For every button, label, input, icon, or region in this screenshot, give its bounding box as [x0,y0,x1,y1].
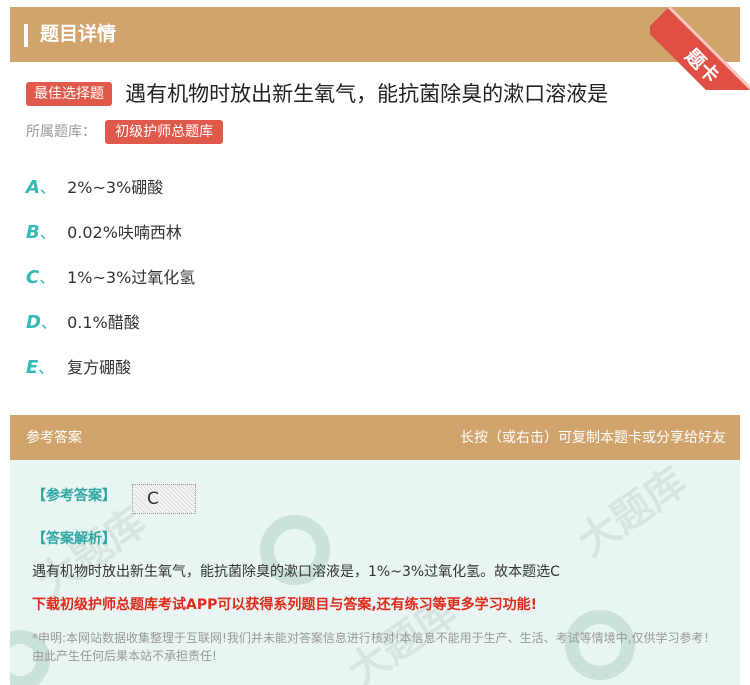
option-text: 1%~3%过氧化氢 [67,268,196,287]
option-a[interactable]: A、 2%~3%硼酸 [26,172,195,217]
header-accent-bar [24,24,28,47]
watermark-text: 大题库 [569,460,695,566]
options-list: A、 2%~3%硼酸 B、 0.02%呋喃西林 C、 1%~3%过氧化氢 D、 … [26,172,195,397]
question-text: 遇有机物时放出新生氧气，能抗菌除臭的漱口溶液是 [125,82,609,106]
page-title: 题目详情 [40,23,117,45]
header-bar: 题目详情 [10,7,740,62]
option-c[interactable]: C、 1%~3%过氧化氢 [26,262,195,307]
answer-section-header: 参考答案 长按（或右击）可复制本题卡或分享给好友 [10,415,740,460]
analysis-label: 【答案解析】 [32,531,116,547]
option-e[interactable]: E、 复方硼酸 [26,352,195,397]
option-b[interactable]: B、 0.02%呋喃西林 [26,217,195,262]
option-text: 0.02%呋喃西林 [67,223,182,242]
answer-section-body: 大题库 大题库 大题库 【参考答案】 C 【答案解析】 遇有机物时放出新生氧气，… [10,460,740,685]
analysis-text: 遇有机物时放出新生氧气，能抗菌除臭的漱口溶液是，1%~3%过氧化氢。故本题选C [32,564,560,580]
share-hint: 长按（或右击）可复制本题卡或分享给好友 [460,430,726,446]
question-row: 最佳选择题 遇有机物时放出新生氧气，能抗菌除臭的漱口溶液是 [26,80,736,108]
answer-value: C [132,484,196,514]
answer-section-title: 参考答案 [26,430,82,446]
question-bank-row: 所属题库： 初级护师总题库 [26,120,224,144]
bank-label: 所属题库： [26,124,96,140]
option-letter: D、 [26,312,57,333]
option-letter: C、 [26,267,56,288]
corner-badge[interactable]: 题卡 [650,0,750,90]
question-type-tag: 最佳选择题 [26,82,112,106]
disclaimer-text: *申明:本网站数据收集整理于互联网!我们并未能对答案信息进行核对!本信息不能用于… [32,631,716,663]
option-d[interactable]: D、 0.1%醋酸 [26,307,195,352]
answer-label: 【参考答案】 [32,488,116,504]
corner-badge-label: 题卡 [650,6,750,90]
option-letter: A、 [26,177,56,198]
bank-name-tag[interactable]: 初级护师总题库 [105,120,224,144]
app-download-link[interactable]: 下载初级护师总题库考试APP可以获得系列题目与答案,还有练习等更多学习功能! [32,594,537,614]
option-text: 复方硼酸 [67,358,132,377]
option-letter: B、 [26,222,56,243]
option-text: 2%~3%硼酸 [67,178,164,197]
option-letter: E、 [26,357,55,378]
option-text: 0.1%醋酸 [67,313,140,332]
